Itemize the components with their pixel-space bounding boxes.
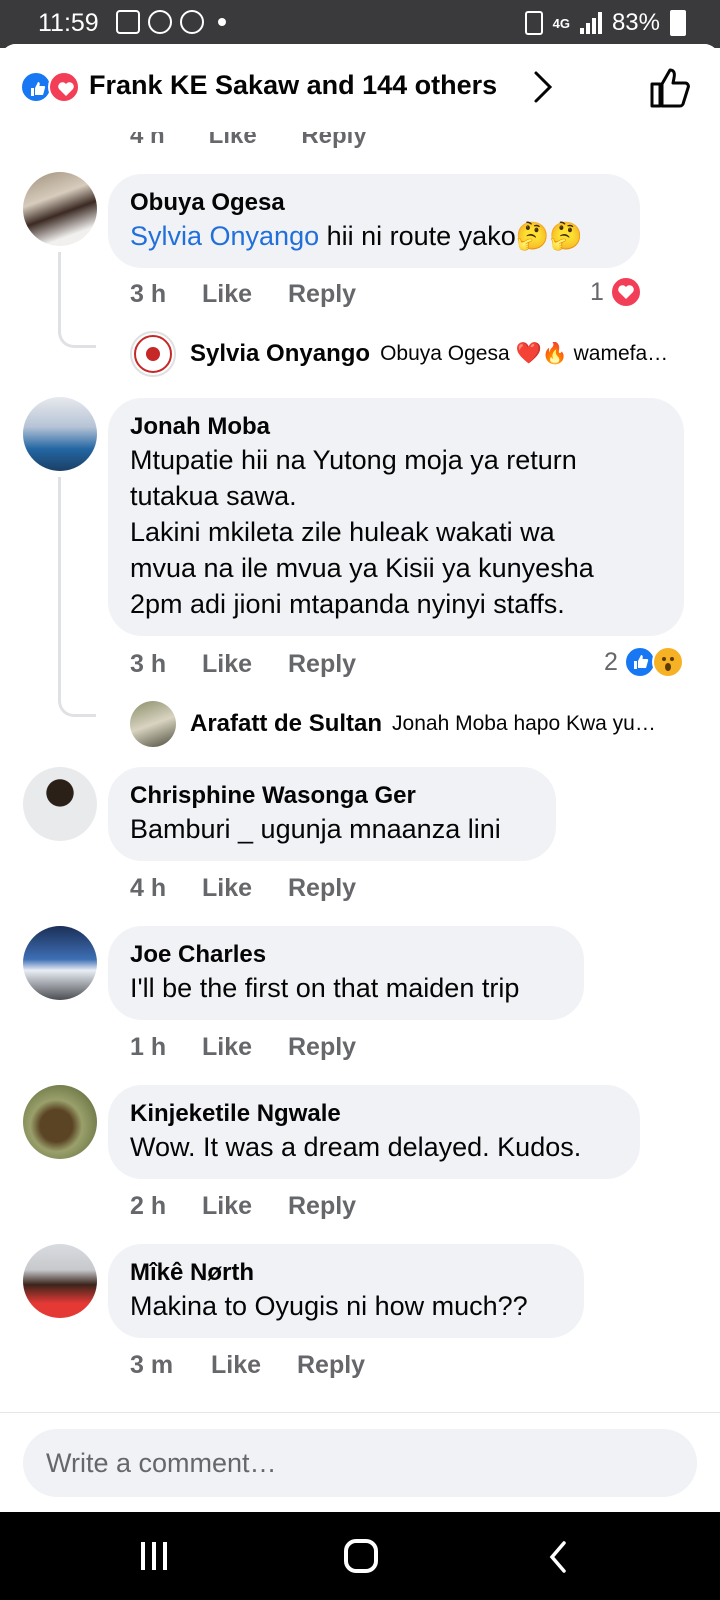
gallery-icon [116,10,140,34]
status-bar: 11:59 4G 83% [0,0,720,48]
whatsapp-icon [148,10,172,34]
reaction-summary[interactable]: 2 [604,646,684,678]
love-reaction-icon [48,71,80,103]
comment-time: 3 h [130,280,167,308]
comment-author[interactable]: Obuya Ogesa [130,188,618,218]
comment-line: Lakini mkileta zile huleak wakati wa [130,517,555,547]
like-button[interactable]: Like [211,1351,297,1380]
comment-bubble: Mîkê Nørth Makina to Oyugis ni how much?… [108,1244,584,1338]
reply-author: Sylvia Onyango [190,340,371,367]
comment-text: Sylvia Onyango hii ni route yako🤔🤔 [130,218,618,254]
system-nav-bar [0,1512,720,1600]
comment-actions: 3 m Like Reply [130,1351,365,1380]
comment-author[interactable]: Mîkê Nørth [130,1258,562,1288]
avatar[interactable] [23,767,97,841]
chevron-right-icon[interactable] [528,70,558,104]
comment-bubble: Obuya Ogesa Sylvia Onyango hii ni route … [108,174,640,268]
reaction-count: 2 [604,647,618,676]
avatar[interactable] [23,1085,97,1159]
avatar[interactable] [23,172,97,246]
reply-preview[interactable]: Arafatt de Sultan Jonah Moba hapo Kwa yu… [130,699,700,749]
comments-sheet: 4 h Like Reply Obuya Ogesa Sylvia Onyang… [0,44,720,1512]
comment-author[interactable]: Chrisphine Wasonga Ger [130,781,534,811]
back-icon[interactable] [548,1540,568,1574]
love-reaction-icon [609,276,642,308]
reply-avatar [130,331,176,377]
battery-icon [670,10,686,36]
thread-connector [58,477,96,717]
recents-icon[interactable] [141,1542,167,1570]
comment-input[interactable] [23,1429,697,1497]
thread-connector [58,252,96,348]
comment-author[interactable]: Kinjeketile Ngwale [130,1099,618,1129]
comment-bubble: Kinjeketile Ngwale Wow. It was a dream d… [108,1085,640,1179]
like-button[interactable]: Like [202,874,288,903]
comment-text: Makina to Oyugis ni how much?? [130,1291,528,1321]
comment-author[interactable]: Joe Charles [130,940,562,970]
reply-button[interactable]: Reply [288,280,356,309]
comment-bubble: Jonah Moba Mtupatie hii na Yutong moja y… [108,398,684,636]
comment-text: I'll be the first on that maiden trip [130,973,520,1003]
status-right: 4G 83% [524,9,686,37]
home-icon[interactable] [344,1539,378,1573]
like-button[interactable]: Like [202,280,288,309]
more-notifications-icon [218,18,226,26]
comment-time: 3 h [130,650,167,678]
reactions-summary-title[interactable]: Frank KE Sakaw and 144 others [89,70,497,101]
reaction-count: 1 [590,277,604,306]
comment-line: tutakua sawa. [130,481,297,511]
mention-link[interactable]: Sylvia Onyango [130,221,319,251]
reaction-summary[interactable]: 1 [590,276,642,308]
like-button[interactable]: Like [202,1033,288,1062]
like-button[interactable]: Like [202,650,288,679]
like-post-icon[interactable] [648,66,692,110]
comment-bubble: Joe Charles I'll be the first on that ma… [108,926,584,1020]
signal-icon [579,12,602,34]
comment-line: mvua na ile mvua ya Kisii ya kunyesha [130,553,594,583]
notification-icons [116,10,226,34]
facebook-icon [180,10,204,34]
avatar[interactable] [23,926,97,1000]
reply-button[interactable]: Reply [288,874,356,903]
reply-snippet: Obuya Ogesa ❤️🔥 wamefa… [380,342,669,365]
alarm-icon [524,11,543,35]
reply-button[interactable]: Reply [288,650,356,679]
battery-percent: 83% [611,9,660,36]
reactions-header[interactable]: Frank KE Sakaw and 144 others [0,44,720,132]
comment-text: Wow. It was a dream delayed. Kudos. [130,1132,582,1162]
network-type: 4G [552,15,570,31]
wow-reaction-icon [651,646,684,678]
comment-time: 2 h [130,1192,167,1220]
avatar[interactable] [23,1244,97,1318]
comment-bubble: Chrisphine Wasonga Ger Bamburi _ ugunja … [108,767,556,861]
comment-actions: 3 h Like Reply [130,650,356,679]
reply-author: Arafatt de Sultan [190,710,383,737]
comment-text: Bamburi _ ugunja mnaanza lini [130,814,501,844]
comment-line: 2pm adi jioni mtapanda nyinyi staffs. [130,589,565,619]
reply-button[interactable]: Reply [297,1351,365,1380]
comment-time: 1 h [130,1033,167,1061]
comment-composer-bar [0,1412,720,1512]
reply-button[interactable]: Reply [288,1033,356,1062]
comment-line: Mtupatie hii na Yutong moja ya return [130,445,577,475]
status-time: 11:59 [38,9,99,37]
comment-actions: 3 h Like Reply [130,280,356,309]
comment-time: 3 m [130,1351,174,1379]
reply-preview[interactable]: Sylvia Onyango Obuya Ogesa ❤️🔥 wamefa… [130,329,700,379]
comment-body: hii ni route yako🤔🤔 [319,221,583,251]
comment-actions: 4 h Like Reply [130,874,356,903]
comments-list[interactable]: 4 h Like Reply Obuya Ogesa Sylvia Onyang… [0,44,720,1512]
avatar[interactable] [23,397,97,471]
reply-button[interactable]: Reply [288,1192,356,1221]
comment-author[interactable]: Jonah Moba [130,412,662,442]
reply-snippet: Jonah Moba hapo Kwa yu… [392,712,656,735]
comment-actions: 2 h Like Reply [130,1192,356,1221]
comment-time: 4 h [130,874,167,902]
reply-avatar [130,701,176,747]
like-button[interactable]: Like [202,1192,288,1221]
comment-actions: 1 h Like Reply [130,1033,356,1062]
